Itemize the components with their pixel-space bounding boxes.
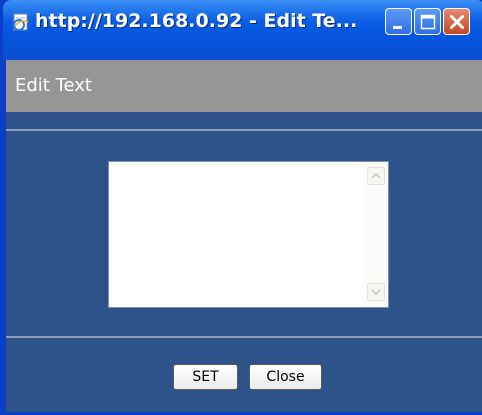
maximize-button[interactable] [414, 8, 441, 35]
browser-popup-window: http://192.168.0.92 - Edit Te... Edit Te… [0, 0, 482, 415]
page-title: Edit Text [15, 75, 92, 96]
minimize-icon [393, 26, 402, 29]
chevron-up-icon [371, 172, 381, 179]
scroll-up-button[interactable] [367, 167, 385, 185]
ie-page-icon [11, 12, 31, 32]
minimize-button[interactable] [385, 8, 412, 35]
vertical-scrollbar[interactable] [364, 162, 388, 307]
set-button[interactable]: SET [173, 364, 238, 390]
window-close-button[interactable] [443, 8, 470, 35]
top-divider [6, 129, 482, 131]
text-editor-box [108, 161, 389, 308]
window-title: http://192.168.0.92 - Edit Te... [35, 10, 358, 32]
close-button[interactable]: Close [249, 364, 322, 390]
bottom-divider [6, 336, 482, 338]
close-icon [450, 15, 464, 29]
dialog-content: Edit Text SET Close [6, 60, 482, 412]
edit-text-area[interactable] [109, 162, 364, 307]
maximize-icon [420, 14, 436, 30]
dialog-header: Edit Text [6, 60, 482, 112]
chevron-down-icon [371, 289, 381, 296]
scroll-down-button[interactable] [367, 283, 385, 301]
window-titlebar[interactable]: http://192.168.0.92 - Edit Te... [3, 0, 482, 60]
